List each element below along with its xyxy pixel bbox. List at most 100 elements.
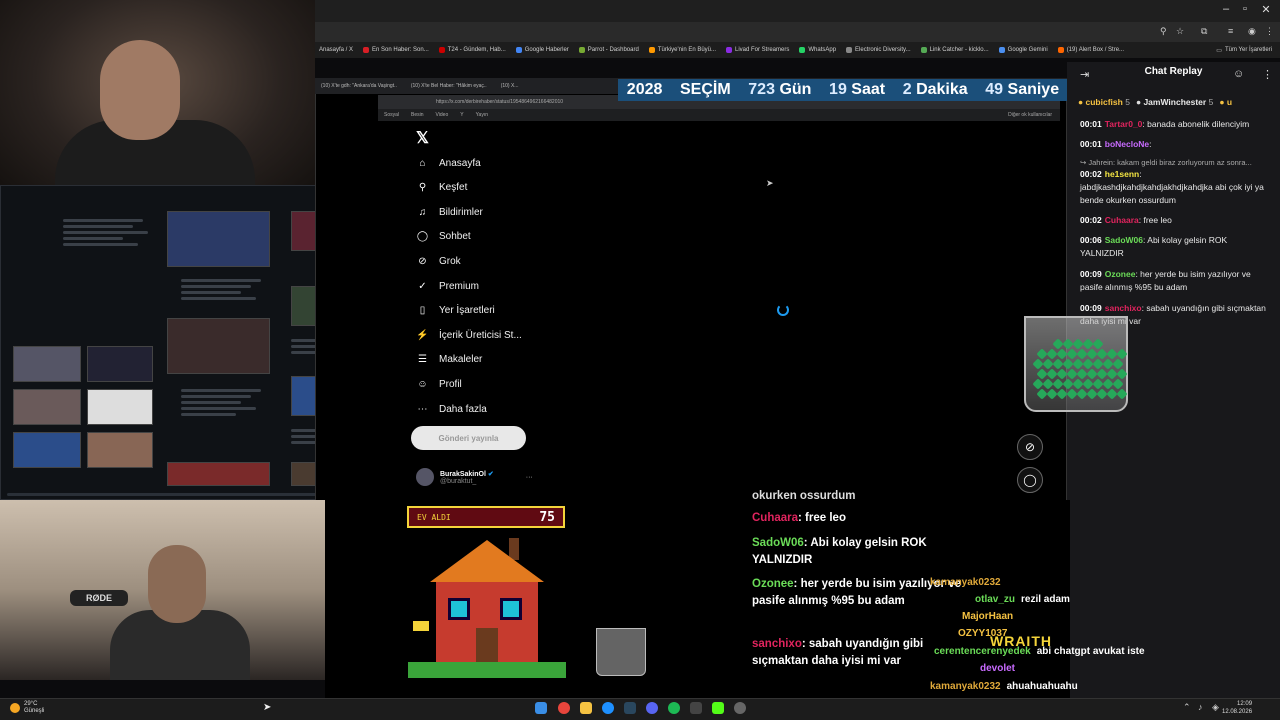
star-icon[interactable]: ☆ xyxy=(1176,26,1184,37)
chat-menu-icon[interactable]: ⋮ xyxy=(1262,68,1273,81)
chrome-icon[interactable] xyxy=(558,702,570,714)
inner-bookmark[interactable]: Sosyal xyxy=(384,112,399,118)
stream-thumbnail[interactable] xyxy=(13,432,81,468)
chat-username[interactable]: he1senn xyxy=(1105,169,1140,179)
news-thumbnail[interactable] xyxy=(167,462,270,486)
bookmark-item[interactable]: Google Haberler xyxy=(515,47,569,53)
extensions-icon[interactable]: ⧉ xyxy=(1201,26,1207,37)
nav-item-label: Keşfet xyxy=(439,182,468,194)
inner-bookmark[interactable]: Yayın xyxy=(476,112,488,118)
edge-icon[interactable] xyxy=(602,702,614,714)
news-thumbnail[interactable] xyxy=(167,318,270,374)
address-bar[interactable] xyxy=(315,22,1280,42)
bookmark-item[interactable]: Anasayfa / X xyxy=(319,47,353,53)
top-gifters: ● cubicfish 5 ● JamWinchester 5 ● u xyxy=(1068,94,1280,110)
all-bookmarks-folder[interactable]: ▭ Tüm Yer İşaretleri xyxy=(1216,47,1280,54)
nav-item-creator[interactable]: ⚡ İçerik Üreticisi St... xyxy=(416,326,522,344)
chat-username[interactable]: boNecloNe xyxy=(1105,139,1149,149)
close-icon[interactable]: ✕ xyxy=(1258,3,1274,16)
bookmark-item[interactable]: WhatsApp xyxy=(799,47,836,53)
articles-icon: ☰ xyxy=(418,354,427,366)
chat-timestamp: 00:02 xyxy=(1080,169,1102,179)
bookmark-favicon xyxy=(438,47,445,53)
nav-item-label: Grok xyxy=(439,255,461,267)
bookmark-item[interactable]: En Son Haber: Son... xyxy=(363,47,429,53)
more-icon: ⋯ xyxy=(417,403,428,415)
menu-icon[interactable]: ≡ xyxy=(1228,26,1233,36)
speaker-icon[interactable]: ◈ xyxy=(1212,702,1219,713)
chat-username[interactable]: Cuhaara xyxy=(1105,215,1139,225)
weather-temp: 29°C xyxy=(24,701,38,707)
bookmark-item[interactable]: (19) Alert Box / Stre... xyxy=(1057,47,1124,53)
post-button[interactable]: Gönderi yayınla xyxy=(411,426,526,450)
bookmark-item[interactable]: Livad For Streamers xyxy=(726,47,789,53)
obs-icon[interactable] xyxy=(734,702,746,714)
chat-username[interactable]: Ozonee xyxy=(1105,269,1136,279)
chat-text: : Abi kolay gelsin ROK YALNIZDIR xyxy=(1080,235,1228,258)
bookmark-item[interactable]: Link Catcher - kicklo... xyxy=(920,47,989,53)
chat-message: 00:02 he1senn: jabdjkashdjkahdjkahdjakhdj… xyxy=(1080,168,1270,207)
profile-switcher[interactable]: BurakSakinOl ✔ @buraktut_ ··· xyxy=(416,465,533,489)
minimize-icon[interactable]: – xyxy=(1218,3,1234,15)
messages-float-icon[interactable]: ◯ xyxy=(1017,467,1043,493)
account-icon[interactable]: ◉ xyxy=(1248,26,1256,37)
chat-text: ↪ Jahrein: kakam geldi biraz zorluyorum … xyxy=(1080,158,1252,167)
nav-item-grok[interactable]: ⊘ Grok xyxy=(416,252,461,270)
users-icon[interactable]: ☺ xyxy=(1233,68,1244,80)
chat-username[interactable]: SadoW06 xyxy=(1105,235,1143,245)
taskbar-clock[interactable]: 12:09 12.08.2026 xyxy=(1222,700,1252,716)
profile-name: BurakSakinOl ✔ xyxy=(440,470,494,478)
stream-thumbnail[interactable] xyxy=(87,389,153,425)
microphone-icon[interactable]: ♪ xyxy=(1198,702,1203,712)
kebab-menu-icon[interactable]: ⋮ xyxy=(1265,26,1274,37)
stream-thumbnail[interactable] xyxy=(87,432,153,468)
countdown-hours: 19 Saat xyxy=(829,81,886,98)
chat-username[interactable]: Tartar0_0 xyxy=(1105,119,1143,129)
bookmark-item[interactable]: T24 - Gündem, Hab... xyxy=(438,47,506,53)
x-logo-icon[interactable]: 𝕏 xyxy=(416,128,429,148)
file-explorer-icon[interactable] xyxy=(580,702,592,714)
nav-item-articles[interactable]: ☰ Makaleler xyxy=(416,351,482,369)
zoom-icon[interactable]: ⚲ xyxy=(1160,26,1167,37)
inner-bookmark[interactable]: Y xyxy=(460,112,463,118)
inner-tab[interactable]: (10) X'te gdh: "Ankara'da Vaşingt.. xyxy=(321,83,397,89)
nav-item-bell[interactable]: ♫ Bildirimler xyxy=(416,203,483,221)
news-thumbnail[interactable] xyxy=(167,211,270,267)
chat-username[interactable]: sanchixo xyxy=(1105,303,1142,313)
tray-chevron-icon[interactable]: ⌃ xyxy=(1183,702,1191,713)
inner-tab[interactable]: (10) X'te Bel Haber: "Hâkim eyaç.. xyxy=(411,83,487,89)
nav-item-home[interactable]: ⌂ Anasayfa xyxy=(416,154,480,172)
bookmark-item[interactable]: Electronic Diversity... xyxy=(846,47,911,53)
bookmark-item[interactable]: Parrot - Dashboard xyxy=(578,47,639,53)
bookmark-item[interactable]: Google Gemini xyxy=(998,47,1048,53)
grok-float-icon[interactable]: ⊘ xyxy=(1017,434,1043,460)
weather-widget[interactable]: 29°C Güneşli xyxy=(10,701,44,715)
profile-more-icon[interactable]: ··· xyxy=(526,474,533,481)
countdown-seconds: 49 Saniye xyxy=(985,81,1060,98)
nav-item-bookmark[interactable]: ▯ Yer İşaretleri xyxy=(416,302,495,320)
stream-thumbnail[interactable] xyxy=(13,389,81,425)
stream-thumbnail[interactable] xyxy=(87,346,153,382)
bookmark-item[interactable]: Türkiye'nin En Büyü... xyxy=(648,47,716,53)
spotify-icon[interactable] xyxy=(668,702,680,714)
nav-item-premium[interactable]: ✓ Premium xyxy=(416,277,479,295)
kick-icon[interactable] xyxy=(712,702,724,714)
nav-item-search[interactable]: ⚲ Keşfet xyxy=(416,179,468,197)
inner-tab[interactable]: (10) X... xyxy=(501,83,519,89)
maximize-icon[interactable]: ▫ xyxy=(1237,3,1253,15)
nav-item-chat[interactable]: ◯ Sohbet xyxy=(416,228,471,246)
start-icon[interactable] xyxy=(535,702,547,714)
bookmark-favicon xyxy=(648,47,655,53)
app-icon[interactable] xyxy=(690,702,702,714)
inner-bookmark[interactable]: Besin xyxy=(411,112,424,118)
nav-item-more[interactable]: ⋯ Daha fazla xyxy=(416,400,487,418)
news-text-block xyxy=(181,386,266,419)
creator-icon: ⚡ xyxy=(416,329,429,341)
nav-item-profile[interactable]: ☺ Profil xyxy=(416,375,461,393)
inner-bookmark-other[interactable]: Diğer ok kullanıcılar xyxy=(1008,112,1060,118)
inner-bookmark[interactable]: Video xyxy=(436,112,449,118)
election-countdown: 2028 SEÇİM 723 Gün 19 Saat 2 Dakika 49 S… xyxy=(618,79,1068,101)
stream-thumbnail[interactable] xyxy=(13,346,81,382)
discord-icon[interactable] xyxy=(646,702,658,714)
steam-icon[interactable] xyxy=(624,702,636,714)
